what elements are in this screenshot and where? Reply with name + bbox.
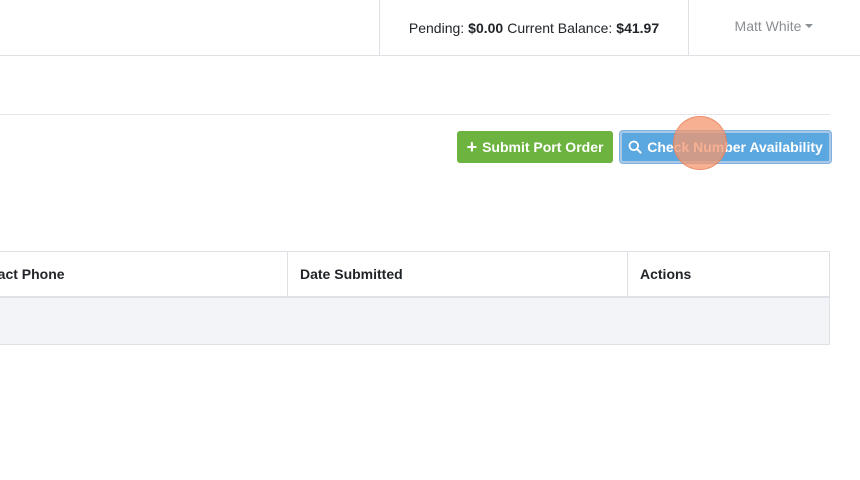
port-orders-table: tact Phone Date Submitted Actions (0, 251, 830, 345)
table-header-row: tact Phone Date Submitted Actions (0, 252, 829, 298)
pending-amount: $0.00 (468, 19, 504, 36)
section-divider (0, 114, 830, 115)
check-number-availability-label: Check Number Availability (647, 139, 823, 155)
check-number-availability-button[interactable]: Check Number Availability (620, 131, 831, 163)
column-header-contact-phone[interactable]: tact Phone (0, 252, 288, 296)
column-header-date-submitted[interactable]: Date Submitted (288, 252, 628, 296)
search-icon (628, 140, 642, 154)
table-row (0, 298, 829, 344)
pending-label: Pending: (408, 19, 465, 36)
caret-down-icon (805, 24, 814, 28)
balance-amount: $41.97 (616, 19, 660, 36)
column-header-actions: Actions (640, 266, 692, 282)
submit-port-order-button[interactable]: + Submit Port Order (457, 131, 613, 163)
balance-label: Current Balance: (507, 19, 613, 36)
user-menu-dropdown[interactable]: Matt White (688, 0, 860, 52)
plus-icon: + (466, 137, 478, 157)
account-balance: Pending: $0.00 Current Balance: $41.97 (379, 0, 689, 55)
user-name: Matt White (734, 18, 802, 34)
top-navbar: Pending: $0.00 Current Balance: $41.97 M… (0, 0, 860, 56)
submit-port-order-label: Submit Port Order (482, 139, 604, 155)
